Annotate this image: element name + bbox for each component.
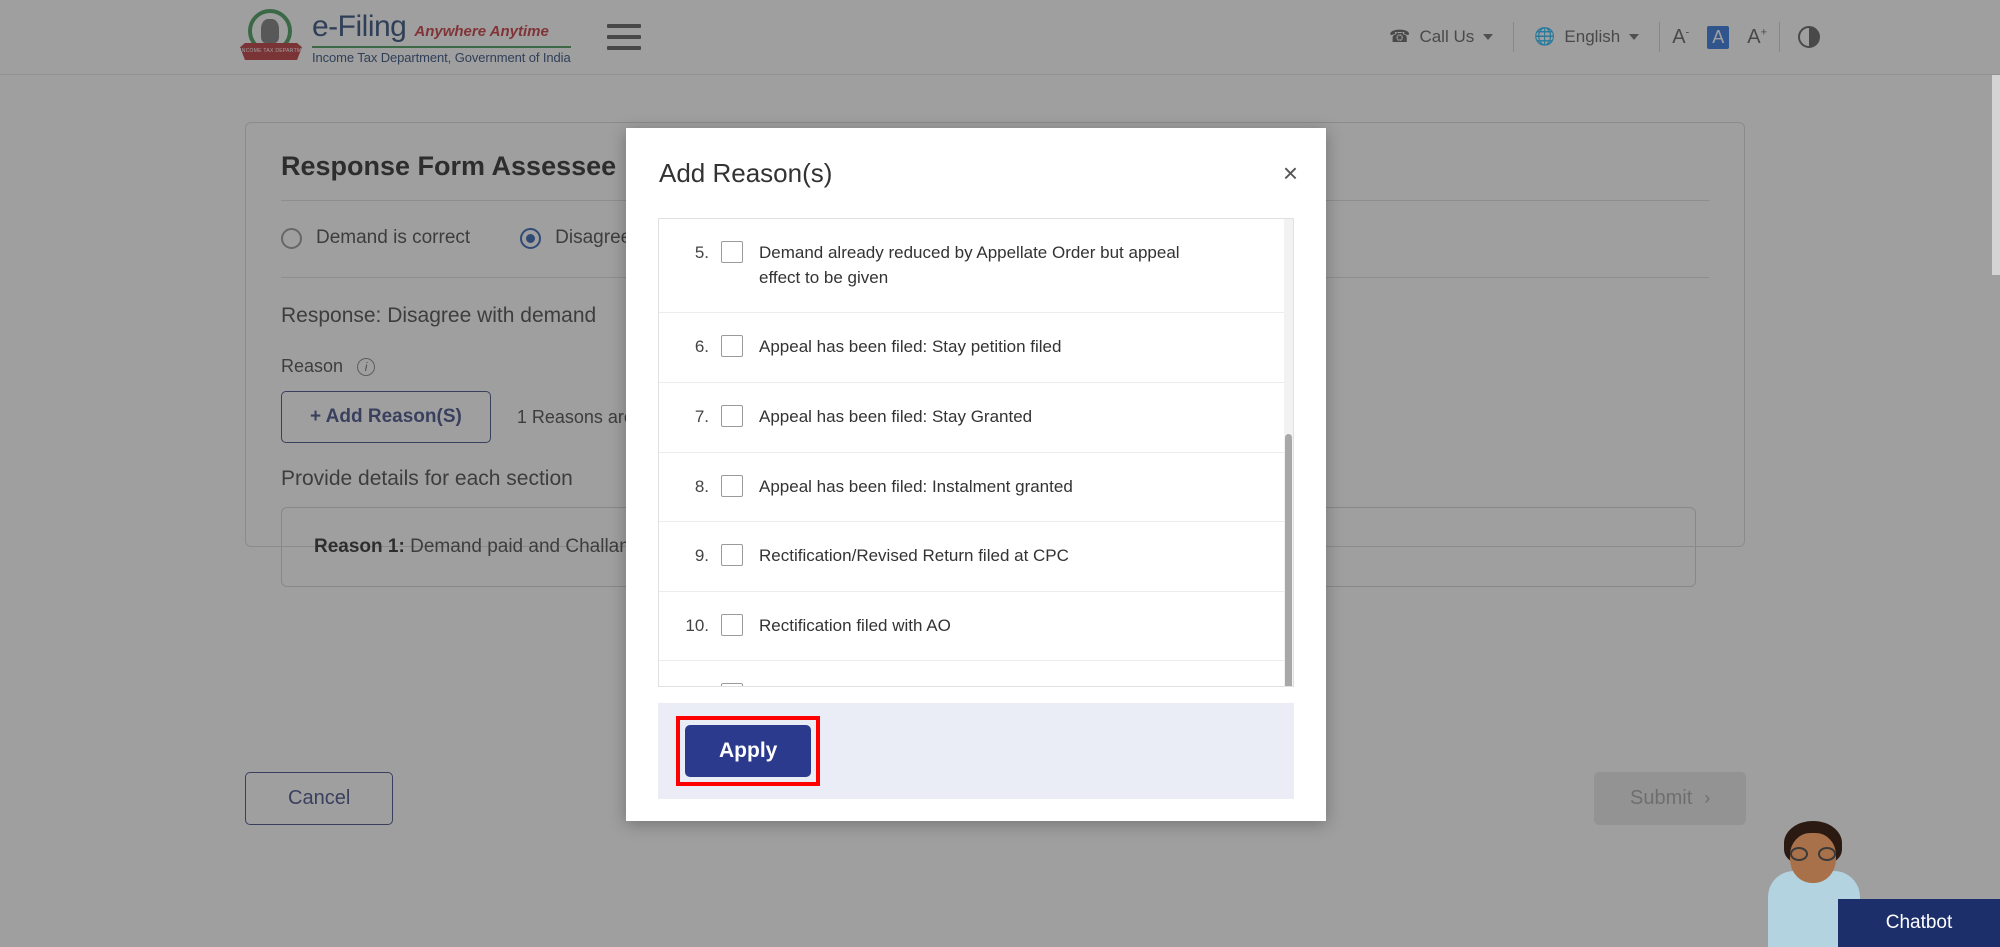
reason-item-number: 8.	[673, 475, 709, 497]
page-root: INCOME TAX DEPARTMENT e-Filing Anywhere …	[0, 0, 2000, 947]
reason-item-checkbox[interactable]	[721, 544, 743, 566]
reason-item-label: Others	[759, 683, 810, 687]
reason-item-checkbox[interactable]	[721, 405, 743, 427]
reason-item-number: 5.	[673, 241, 709, 263]
reason-list-item[interactable]: 8. Appeal has been filed: Instalment gran…	[659, 453, 1293, 523]
add-reasons-modal: Add Reason(s) × 5. Demand already reduced…	[626, 128, 1326, 821]
reason-item-number: 7.	[673, 405, 709, 427]
reason-list-item[interactable]: 10. Rectification filed with AO	[659, 592, 1293, 662]
modal-title: Add Reason(s)	[659, 158, 832, 189]
apply-button[interactable]: Apply	[685, 725, 811, 777]
reason-list-item[interactable]: 5. Demand already reduced by Appellate Or…	[659, 219, 1293, 313]
reason-item-label: Rectification/Revised Return filed at CP…	[759, 544, 1069, 569]
reason-item-checkbox[interactable]	[721, 614, 743, 636]
reason-item-checkbox[interactable]	[721, 335, 743, 357]
modal-footer: Apply	[658, 703, 1294, 799]
reasons-list: 5. Demand already reduced by Appellate Or…	[659, 219, 1293, 687]
close-icon[interactable]: ×	[1283, 160, 1298, 186]
modal-header: Add Reason(s) ×	[626, 128, 1326, 218]
modal-scrollbar[interactable]	[1284, 219, 1293, 686]
reason-item-label: Demand already reduced by Appellate Orde…	[759, 241, 1209, 290]
reason-item-checkbox[interactable]	[721, 683, 743, 687]
reason-item-checkbox[interactable]	[721, 241, 743, 263]
reason-item-label: Appeal has been filed: Instalment grante…	[759, 475, 1073, 500]
reason-list-item[interactable]: 11. Others	[659, 661, 1293, 687]
chatbot-widget[interactable]: Chatbot	[1750, 807, 2000, 947]
reason-item-label: Appeal has been filed: Stay Granted	[759, 405, 1032, 430]
reason-item-number: 9.	[673, 544, 709, 566]
reason-item-number: 11.	[673, 683, 709, 687]
reason-list-item[interactable]: 9. Rectification/Revised Return filed at …	[659, 522, 1293, 592]
modal-scrollbar-thumb[interactable]	[1285, 434, 1292, 687]
page-scrollbar[interactable]	[1992, 75, 2000, 275]
reason-list-item[interactable]: 7. Appeal has been filed: Stay Granted	[659, 383, 1293, 453]
reason-item-number: 6.	[673, 335, 709, 357]
reason-item-label: Rectification filed with AO	[759, 614, 951, 639]
reasons-list-container: 5. Demand already reduced by Appellate Or…	[658, 218, 1294, 687]
reason-item-number: 10.	[673, 614, 709, 636]
reason-item-checkbox[interactable]	[721, 475, 743, 497]
reason-list-item[interactable]: 6. Appeal has been filed: Stay petition f…	[659, 313, 1293, 383]
reason-item-label: Appeal has been filed: Stay petition fil…	[759, 335, 1061, 360]
apply-highlight-box: Apply	[676, 716, 820, 786]
chatbot-button[interactable]: Chatbot	[1838, 899, 2000, 947]
